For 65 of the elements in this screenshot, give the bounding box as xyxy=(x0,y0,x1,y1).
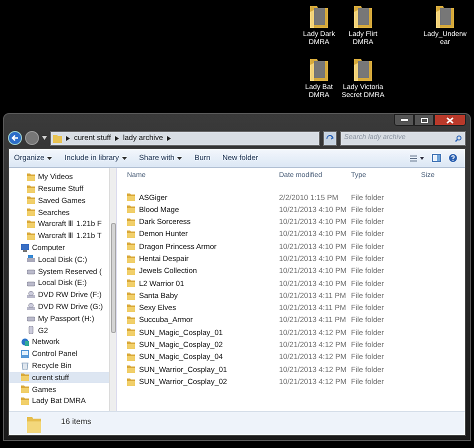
help-icon[interactable] xyxy=(449,154,457,162)
item-count: 16 items xyxy=(61,416,92,428)
folder-icon xyxy=(21,397,29,406)
folder-icon xyxy=(127,218,135,226)
network-icon xyxy=(21,338,29,346)
folder-icon xyxy=(53,134,62,142)
view-options-icon[interactable] xyxy=(410,154,424,162)
folder-icon xyxy=(127,266,135,275)
folder-icon xyxy=(21,385,29,394)
folder-icon xyxy=(27,172,35,181)
folder-icon xyxy=(127,353,135,361)
folder-icon xyxy=(127,304,135,312)
maximize-button[interactable] xyxy=(414,114,434,126)
folder-icon xyxy=(27,196,35,204)
chevron-icon[interactable] xyxy=(66,136,70,140)
close-icon xyxy=(446,116,454,124)
minimize-icon xyxy=(400,119,408,121)
folder-icon xyxy=(27,232,35,240)
folder-icon xyxy=(27,184,35,193)
close-button[interactable] xyxy=(434,114,466,126)
folder-icon[interactable] xyxy=(354,4,372,28)
computer-icon xyxy=(21,244,29,252)
chevron-icon[interactable] xyxy=(167,136,171,140)
folder-icon[interactable] xyxy=(436,4,454,28)
panel-icon xyxy=(21,350,29,358)
dropdown-icon[interactable] xyxy=(42,136,47,140)
folder-icon xyxy=(21,373,29,382)
refresh-icon xyxy=(326,134,334,142)
folder-icon xyxy=(127,279,135,288)
folder-icon xyxy=(127,365,135,374)
folder-icon[interactable] xyxy=(310,57,328,81)
scrollbar[interactable] xyxy=(109,168,116,411)
folder-icon xyxy=(127,230,135,238)
maximize-icon xyxy=(420,118,428,122)
dropdown-icon xyxy=(47,156,52,160)
folder-icon xyxy=(27,220,35,228)
folder-icon xyxy=(127,316,135,324)
folder-icon xyxy=(127,193,135,202)
folder-icon xyxy=(127,205,135,214)
folder-icon[interactable] xyxy=(310,4,328,28)
chevron-icon[interactable] xyxy=(114,136,119,140)
scroll-thumb[interactable] xyxy=(110,223,116,333)
back-arrow-icon xyxy=(11,134,19,142)
dropdown-icon xyxy=(122,156,128,160)
drive-icon xyxy=(27,314,35,322)
folder-icon xyxy=(127,328,135,336)
folder-icon xyxy=(27,208,35,216)
folder-icon xyxy=(27,414,41,432)
folder-icon xyxy=(127,292,135,300)
folder-icon[interactable] xyxy=(354,57,372,81)
dvd-icon xyxy=(27,302,35,311)
dvd-icon xyxy=(27,290,35,299)
forward-button[interactable] xyxy=(25,131,39,145)
bin-icon xyxy=(21,362,29,370)
preview-pane-icon[interactable] xyxy=(432,154,441,162)
folder-icon xyxy=(127,254,135,263)
device-icon xyxy=(27,326,35,334)
search-icon xyxy=(455,134,462,142)
dropdown-icon xyxy=(177,156,182,160)
refresh-button[interactable] xyxy=(323,130,337,146)
folder-icon xyxy=(127,378,135,386)
minimize-button[interactable] xyxy=(394,114,414,126)
folder-icon xyxy=(127,340,135,349)
folder-icon xyxy=(127,242,135,250)
back-button[interactable] xyxy=(8,131,22,145)
